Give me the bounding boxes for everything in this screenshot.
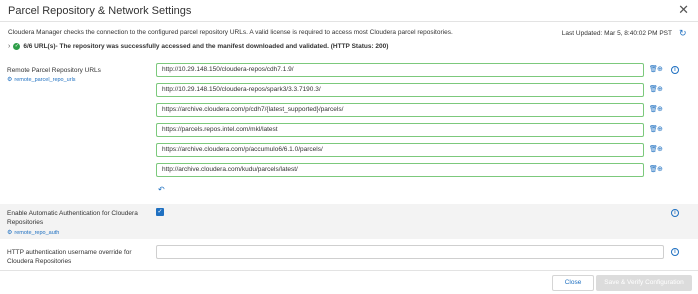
save-verify-button[interactable]: Save & Verify Configuration bbox=[596, 275, 692, 291]
add-url-icon[interactable]: ⊕ bbox=[657, 126, 663, 134]
status-summary[interactable]: › ✓ 6/6 URL(s) - The repository was succ… bbox=[8, 43, 388, 50]
dialog-title: Parcel Repository & Network Settings bbox=[8, 5, 192, 17]
dialog-header: Parcel Repository & Network Settings ✕ bbox=[0, 0, 698, 22]
close-icon[interactable]: ✕ bbox=[678, 3, 689, 17]
add-url-icon[interactable]: ⊕ bbox=[657, 106, 663, 114]
remote-urls-label: Remote Parcel Repository URLs bbox=[7, 67, 101, 74]
auto-auth-checkbox[interactable]: ✓ bbox=[156, 208, 164, 216]
chevron-right-icon: › bbox=[8, 43, 11, 50]
http-username-label: HTTP authentication username override fo… bbox=[7, 249, 132, 265]
info-icon[interactable]: i bbox=[671, 66, 679, 74]
info-icon[interactable]: i bbox=[671, 209, 679, 217]
add-url-icon[interactable]: ⊕ bbox=[657, 86, 663, 94]
remote-urls-config-link[interactable]: ⚙ remote_parcel_repo_urls bbox=[7, 76, 76, 84]
success-check-icon: ✓ bbox=[13, 43, 21, 50]
remote-urls-config-key: remote_parcel_repo_urls bbox=[14, 76, 76, 83]
add-url-icon[interactable]: ⊕ bbox=[657, 66, 663, 74]
auto-auth-config-key: remote_repo_auth bbox=[14, 229, 60, 236]
status-count: 6/6 URL(s) bbox=[23, 43, 56, 50]
repo-url-input-1[interactable]: http://10.29.148.150/cloudera-repos/cdh7… bbox=[156, 63, 644, 77]
status-message: - The repository was successfully access… bbox=[55, 43, 389, 50]
refresh-icon[interactable]: ↻ bbox=[679, 29, 688, 38]
cog-icon: ⚙ bbox=[7, 77, 13, 83]
undo-icon[interactable]: ↶ bbox=[158, 185, 165, 194]
repo-url-input-2[interactable]: http://10.29.148.150/cloudera-repos/spar… bbox=[156, 83, 644, 97]
repo-url-input-4[interactable]: https://parcels.repos.intel.com/mkl/late… bbox=[156, 123, 644, 137]
cog-icon: ⚙ bbox=[7, 230, 13, 236]
info-icon[interactable]: i bbox=[671, 248, 679, 256]
description-text: Cloudera Manager checks the connection t… bbox=[8, 29, 453, 36]
add-url-icon[interactable]: ⊕ bbox=[657, 146, 663, 154]
last-updated-text: Last Updated: Mar 5, 8:40:02 PM PST bbox=[561, 30, 672, 37]
repo-url-input-6[interactable]: http://archive.cloudera.com/kudu/parcels… bbox=[156, 163, 644, 177]
close-button[interactable]: Close bbox=[552, 275, 594, 291]
repo-url-input-5[interactable]: https://archive.cloudera.com/p/accumulo6… bbox=[156, 143, 644, 157]
add-url-icon[interactable]: ⊕ bbox=[657, 166, 663, 174]
auto-auth-config-link[interactable]: ⚙ remote_repo_auth bbox=[7, 229, 60, 237]
dialog-footer: Close Save & Verify Configuration bbox=[0, 270, 698, 294]
repo-url-input-3[interactable]: https://archive.cloudera.com/p/cdh7/{lat… bbox=[156, 103, 644, 117]
auto-auth-label: Enable Automatic Authentication for Clou… bbox=[7, 210, 138, 226]
http-username-input[interactable] bbox=[156, 245, 664, 259]
